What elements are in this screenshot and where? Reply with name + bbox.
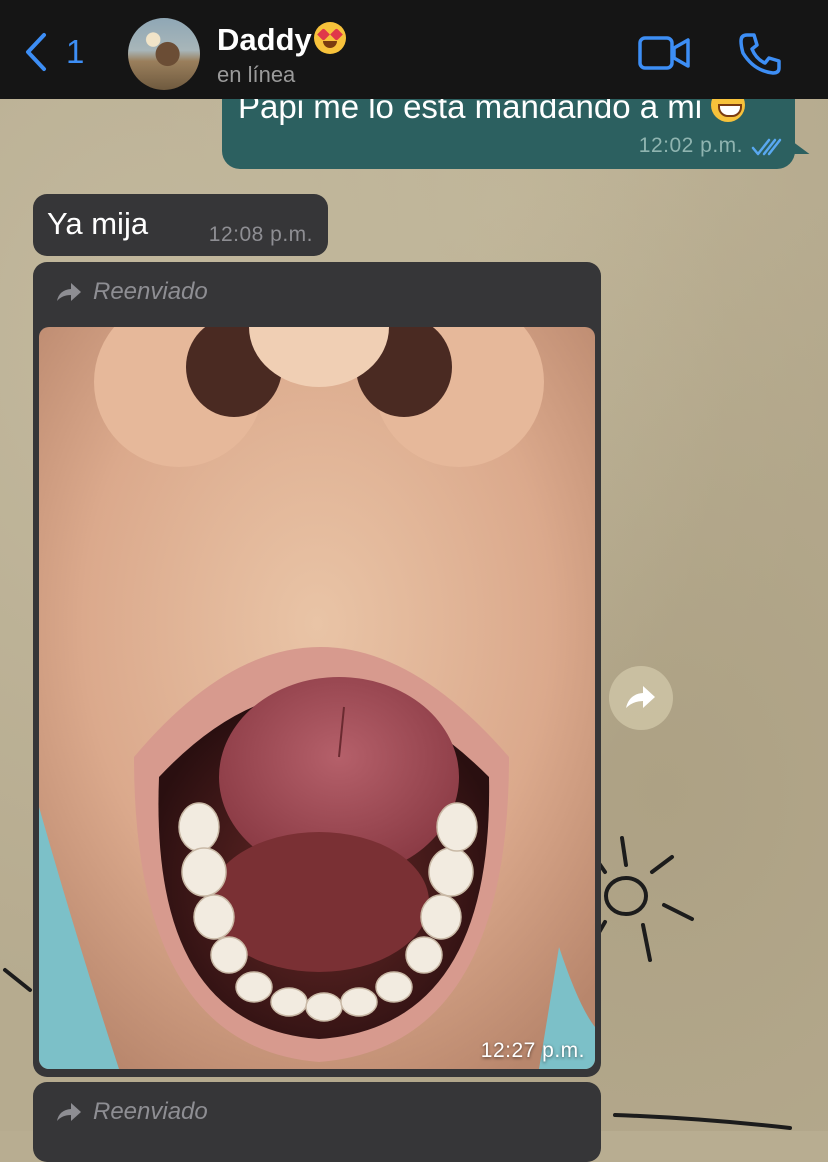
forwarded-message[interactable]: Reenviado bbox=[33, 1082, 601, 1162]
incoming-message[interactable]: Ya mija 12:08 p.m. bbox=[33, 194, 328, 256]
forwarded-label: Reenviado bbox=[55, 1098, 208, 1126]
forward-arrow-icon bbox=[57, 283, 81, 301]
forwarded-label: Reenviado bbox=[55, 278, 208, 306]
message-time: 12:08 p.m. bbox=[208, 223, 313, 246]
forwarded-photo-message[interactable]: Reenviado 12:27 p.m. bbox=[33, 262, 601, 1077]
forward-arrow-icon bbox=[57, 1103, 81, 1121]
chat-header: 1 Daddy en línea bbox=[0, 0, 828, 99]
unread-count: 1 bbox=[66, 33, 85, 70]
open-mouth-photo bbox=[39, 327, 595, 1069]
contact-status: en línea bbox=[217, 62, 296, 87]
photo-attachment[interactable]: 12:27 p.m. bbox=[39, 327, 595, 1069]
heart-eyes-emoji-icon bbox=[313, 22, 346, 54]
message-text: Ya mija bbox=[47, 206, 149, 241]
phone-icon[interactable] bbox=[738, 32, 782, 76]
chevron-left-icon bbox=[26, 33, 46, 71]
read-ticks-icon bbox=[751, 138, 782, 156]
back-button[interactable]: 1 bbox=[24, 32, 84, 72]
forward-arrow-icon bbox=[626, 686, 655, 708]
avatar[interactable] bbox=[128, 18, 200, 90]
forward-button[interactable] bbox=[609, 666, 673, 730]
contact-name[interactable]: Daddy bbox=[217, 22, 346, 58]
photo-time: 12:27 p.m. bbox=[480, 1039, 585, 1062]
video-call-icon[interactable] bbox=[638, 35, 690, 71]
message-time: 12:02 p.m. bbox=[638, 134, 743, 157]
